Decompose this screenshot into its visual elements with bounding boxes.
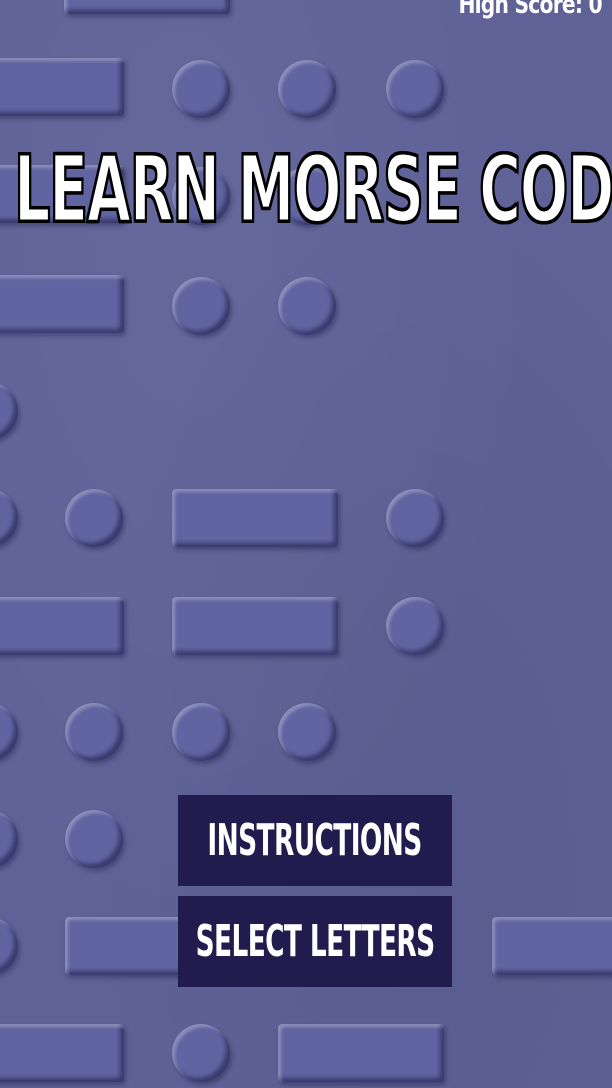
morse-dot (278, 277, 336, 335)
morse-dot (172, 60, 230, 118)
instructions-button[interactable]: INSTRUCTIONS (178, 795, 452, 886)
morse-dash (172, 489, 338, 547)
morse-dot (386, 489, 444, 547)
morse-dot (278, 60, 336, 118)
instructions-button-label: INSTRUCTIONS (207, 815, 423, 866)
morse-dot (386, 597, 444, 655)
morse-dash (0, 597, 124, 655)
morse-dash (172, 597, 338, 655)
morse-dot (172, 703, 230, 761)
morse-dot (278, 703, 336, 761)
morse-dot (65, 810, 123, 868)
morse-dot (0, 810, 18, 868)
morse-dot (65, 703, 123, 761)
morse-dash (0, 58, 124, 116)
select-letters-button-label: SELECT LETTERS (195, 916, 436, 967)
morse-dot (172, 1024, 230, 1082)
morse-dot (172, 277, 230, 335)
game-screen: High Score: 0 LEARN MORSE CODE INSTRUCTI… (0, 0, 612, 1088)
select-letters-button[interactable]: SELECT LETTERS (178, 896, 452, 987)
game-title: LEARN MORSE CODE (13, 136, 612, 243)
morse-dash (0, 1024, 124, 1082)
morse-dot (0, 703, 18, 761)
morse-dot (65, 489, 123, 547)
morse-dash (492, 917, 612, 975)
morse-dash (0, 275, 124, 333)
morse-dot (0, 382, 18, 440)
morse-dash (64, 0, 230, 14)
morse-dash (278, 1024, 444, 1082)
morse-dot (0, 489, 18, 547)
morse-dot (0, 917, 18, 975)
morse-dot (386, 60, 444, 118)
high-score-label: High Score: 0 (458, 0, 603, 20)
